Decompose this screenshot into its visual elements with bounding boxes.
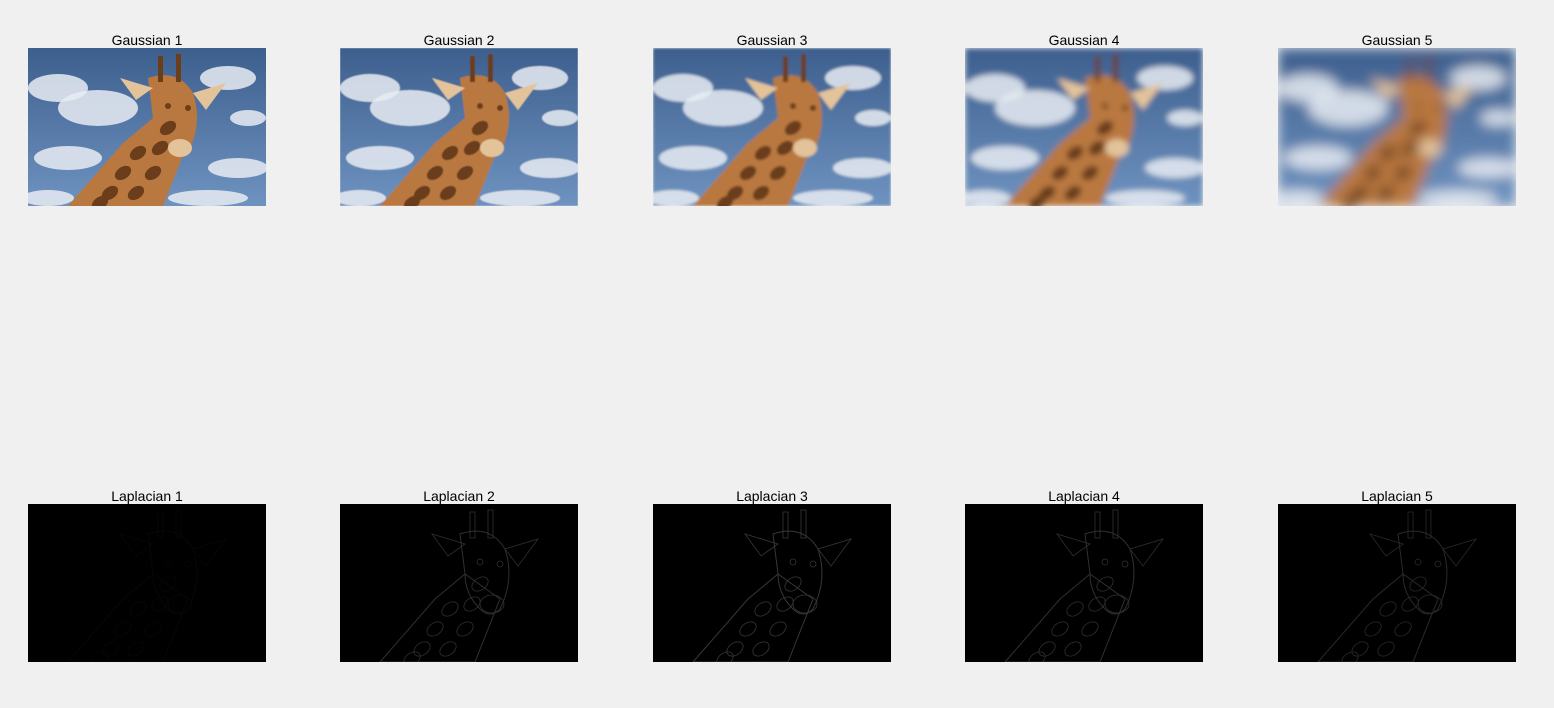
laplacian-subplot-5: Laplacian 5 <box>1278 488 1516 662</box>
gaussian-subplot-4: Gaussian 4 <box>965 32 1203 206</box>
laplacian-subplot-4: Laplacian 4 <box>965 488 1203 662</box>
subplot-title: Laplacian 3 <box>736 488 808 504</box>
subplot-title: Laplacian 5 <box>1361 488 1433 504</box>
subplot-title: Gaussian 2 <box>423 32 495 48</box>
subplot-title: Laplacian 2 <box>423 488 495 504</box>
laplacian-subplot-2: Laplacian 2 <box>340 488 578 662</box>
figure-window: Gaussian 1 Gaussian 2 Gaussian 3 Gaussia… <box>0 0 1554 708</box>
gaussian-subplot-2: Gaussian 2 <box>340 32 578 206</box>
laplacian-image-4 <box>965 504 1203 662</box>
gaussian-subplot-3: Gaussian 3 <box>653 32 891 206</box>
gaussian-image-1 <box>28 48 266 206</box>
gaussian-image-5 <box>1278 48 1516 206</box>
gaussian-image-3 <box>653 48 891 206</box>
gaussian-image-4 <box>965 48 1203 206</box>
subplot-title: Gaussian 1 <box>111 32 183 48</box>
gaussian-subplot-5: Gaussian 5 <box>1278 32 1516 206</box>
gaussian-image-2 <box>340 48 578 206</box>
subplot-title: Gaussian 5 <box>1361 32 1433 48</box>
laplacian-image-1 <box>28 504 266 662</box>
subplot-title: Laplacian 1 <box>111 488 183 504</box>
laplacian-image-2 <box>340 504 578 662</box>
laplacian-image-3 <box>653 504 891 662</box>
subplot-title: Gaussian 4 <box>1048 32 1120 48</box>
subplot-title: Gaussian 3 <box>736 32 808 48</box>
subplot-title: Laplacian 4 <box>1048 488 1120 504</box>
laplacian-subplot-1: Laplacian 1 <box>28 488 266 662</box>
laplacian-subplot-3: Laplacian 3 <box>653 488 891 662</box>
gaussian-subplot-1: Gaussian 1 <box>28 32 266 206</box>
laplacian-image-5 <box>1278 504 1516 662</box>
